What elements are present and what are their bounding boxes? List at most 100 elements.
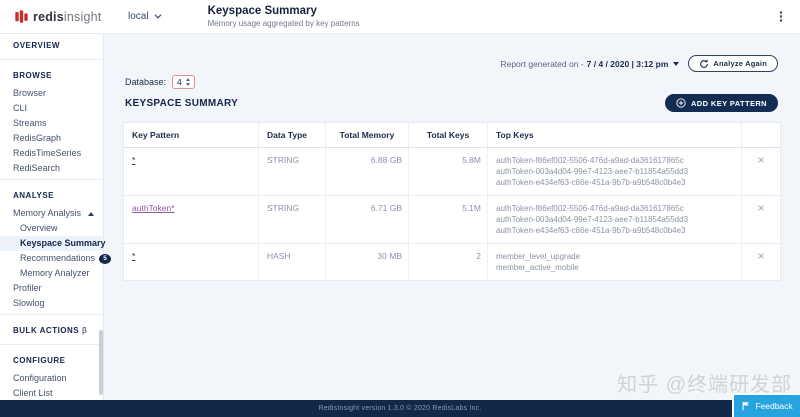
table-row-cell-actions: × bbox=[742, 244, 780, 280]
table-row-cell-data-type: HASH bbox=[259, 244, 326, 280]
sidebar-scrollbar[interactable] bbox=[99, 330, 103, 395]
sidebar-item-configuration[interactable]: Configuration bbox=[0, 371, 103, 386]
chevron-down-icon bbox=[154, 14, 162, 19]
add-key-pattern-button[interactable]: ADD KEY PATTERN bbox=[664, 94, 778, 112]
sidebar-item-recommendations[interactable]: Recommendations 5 bbox=[0, 251, 112, 266]
top-key: authToken-f86ef002-5506-476d-a9ad-da3616… bbox=[496, 204, 684, 213]
report-generated-value: 7 / 4 / 2020 | 3:12 pm bbox=[586, 58, 669, 69]
main-content: Report generated on - 7 / 4 / 2020 | 3:1… bbox=[104, 33, 800, 400]
table-row-cell-actions: × bbox=[742, 148, 780, 196]
table-row-cell-key-pattern: authToken* bbox=[124, 196, 259, 244]
sidebar-item-redisgraph[interactable]: RedisGraph bbox=[0, 131, 103, 146]
add-key-pattern-label: ADD KEY PATTERN bbox=[690, 98, 767, 108]
keyspace-table: Key Pattern Data Type Total Memory Total… bbox=[123, 122, 781, 281]
sidebar-item-bulk-actions[interactable]: BULK ACTIONS β bbox=[0, 318, 103, 341]
column-header-key-pattern: Key Pattern bbox=[124, 123, 259, 148]
top-key: authToken-e434ef63-c86e-451a-9b7b-a9b548… bbox=[496, 178, 686, 187]
table-row-cell-total-keys: 5.1M bbox=[409, 196, 488, 244]
table-row-cell-key-pattern: * bbox=[124, 148, 259, 196]
sidebar-header-browse: BROWSE bbox=[13, 71, 52, 80]
sidebar-item-ma-overview[interactable]: Overview bbox=[0, 221, 103, 236]
bulk-actions-label: BULK ACTIONS bbox=[13, 326, 80, 335]
top-key: authToken-e434ef63-c86e-451a-9b7b-a9b548… bbox=[496, 226, 686, 235]
app-footer: RedisInsight version 1.3.0 © 2020 RedisL… bbox=[0, 400, 800, 417]
table-row-cell-actions: × bbox=[742, 196, 780, 244]
table-row-cell-data-type: STRING bbox=[259, 148, 326, 196]
top-key: authToken-003a4d04-99e7-4123-aee7-b11854… bbox=[496, 167, 689, 176]
key-pattern-link[interactable]: * bbox=[132, 251, 135, 261]
caret-down-icon bbox=[673, 61, 680, 66]
remove-row-button[interactable]: × bbox=[757, 154, 764, 166]
plus-circle-icon bbox=[676, 98, 686, 108]
redis-mark-icon bbox=[15, 10, 28, 23]
table-row-cell-top-keys: authToken-f86ef002-5506-476d-a9ad-da3616… bbox=[488, 148, 742, 196]
analyze-again-button[interactable]: Analyze Again bbox=[688, 55, 778, 72]
divider bbox=[0, 314, 103, 315]
table-row-cell-total-keys: 5.8M bbox=[409, 148, 488, 196]
page-title: Keyspace Summary bbox=[207, 5, 317, 17]
top-key: authToken-003a4d04-99e7-4123-aee7-b11854… bbox=[496, 215, 689, 224]
column-header-total-memory: Total Memory bbox=[326, 123, 409, 148]
report-generated-dropdown[interactable]: Report generated on - 7 / 4 / 2020 | 3:1… bbox=[500, 58, 680, 69]
sidebar-item-streams[interactable]: Streams bbox=[0, 116, 103, 131]
flag-icon bbox=[742, 402, 750, 411]
column-header-actions bbox=[742, 123, 780, 148]
triangle-up-icon bbox=[88, 211, 94, 216]
sidebar-item-redistimeseries[interactable]: RedisTimeSeries bbox=[0, 146, 103, 161]
column-header-top-keys: Top Keys bbox=[488, 123, 742, 148]
table-row-cell-top-keys: authToken-f86ef002-5506-476d-a9ad-da3616… bbox=[488, 196, 742, 244]
top-key: member_active_mobile bbox=[496, 263, 579, 272]
version-text: RedisInsight version 1.3.0 © 2020 RedisL… bbox=[318, 405, 482, 412]
connection-name: local bbox=[128, 11, 149, 22]
page-subtitle: Memory usage aggregated by key patterns bbox=[207, 19, 360, 28]
analyze-again-label: Analyze Again bbox=[713, 59, 767, 68]
sidebar-item-slowlog[interactable]: Slowlog bbox=[0, 296, 103, 311]
overflow-menu-icon[interactable] bbox=[776, 7, 787, 26]
report-toolbar: Report generated on - 7 / 4 / 2020 | 3:1… bbox=[500, 55, 778, 72]
page-title-block: Keyspace Summary Memory usage aggregated… bbox=[208, 5, 360, 28]
feedback-label: Feedback bbox=[755, 401, 793, 411]
feedback-button[interactable]: Feedback bbox=[732, 393, 800, 417]
sidebar-item-keyspace-summary[interactable]: Keyspace Summary bbox=[0, 236, 106, 251]
divider bbox=[0, 344, 103, 345]
sidebar-item-profiler[interactable]: Profiler bbox=[0, 281, 103, 296]
select-arrows-icon bbox=[185, 78, 190, 86]
table-row-cell-top-keys: member_level_upgrade member_active_mobil… bbox=[488, 244, 742, 280]
sidebar-item-client-list[interactable]: Client List bbox=[0, 386, 103, 401]
table-row-cell-key-pattern: * bbox=[124, 244, 259, 280]
column-header-total-keys: Total Keys bbox=[409, 123, 488, 148]
sidebar-item-redisearch[interactable]: RediSearch bbox=[0, 161, 103, 176]
divider bbox=[0, 59, 103, 60]
table-row-cell-total-keys: 2 bbox=[409, 244, 488, 280]
key-pattern-link[interactable]: * bbox=[132, 155, 135, 165]
database-select[interactable]: 4 bbox=[172, 75, 195, 89]
key-pattern-link[interactable]: authToken* bbox=[132, 203, 175, 213]
table-row-cell-total-memory: 30 MB bbox=[326, 244, 409, 280]
section-title: KEYSPACE SUMMARY bbox=[125, 97, 239, 109]
memory-analysis-label: Memory Analysis bbox=[13, 208, 82, 218]
table-row-cell-total-memory: 6.88 GB bbox=[326, 148, 409, 196]
logo-text: redisinsight bbox=[33, 10, 101, 24]
recommendations-count-badge: 5 bbox=[99, 254, 112, 264]
column-header-data-type: Data Type bbox=[259, 123, 326, 148]
beta-tag: β bbox=[82, 326, 88, 335]
sidebar-item-memory-analyzer[interactable]: Memory Analyzer bbox=[0, 266, 103, 281]
sidebar-nav: OVERVIEW BROWSE Browser CLI Streams Redi… bbox=[0, 33, 112, 401]
sidebar-item-cli[interactable]: CLI bbox=[0, 101, 103, 116]
sidebar-item-overview-section[interactable]: OVERVIEW bbox=[0, 33, 103, 56]
sidebar-item-browser[interactable]: Browser bbox=[0, 86, 103, 101]
recommendations-label: Recommendations bbox=[20, 253, 96, 263]
connection-selector[interactable]: local bbox=[128, 11, 162, 22]
sidebar-item-memory-analysis[interactable]: Memory Analysis bbox=[0, 206, 103, 221]
top-key: member_level_upgrade bbox=[496, 252, 581, 261]
redisinsight-logo: redisinsight bbox=[14, 9, 108, 24]
sidebar-header-configure: CONFIGURE bbox=[13, 356, 66, 365]
divider bbox=[0, 179, 103, 180]
logo-text-insight: insight bbox=[63, 9, 102, 24]
database-selector-row: Database: 4 bbox=[125, 75, 195, 89]
database-select-value: 4 bbox=[177, 77, 182, 87]
remove-row-button[interactable]: × bbox=[757, 250, 764, 262]
remove-row-button[interactable]: × bbox=[757, 202, 764, 214]
top-key: authToken-f86ef002-5506-476d-a9ad-da3616… bbox=[496, 156, 684, 165]
report-generated-label: Report generated on - bbox=[500, 58, 584, 69]
